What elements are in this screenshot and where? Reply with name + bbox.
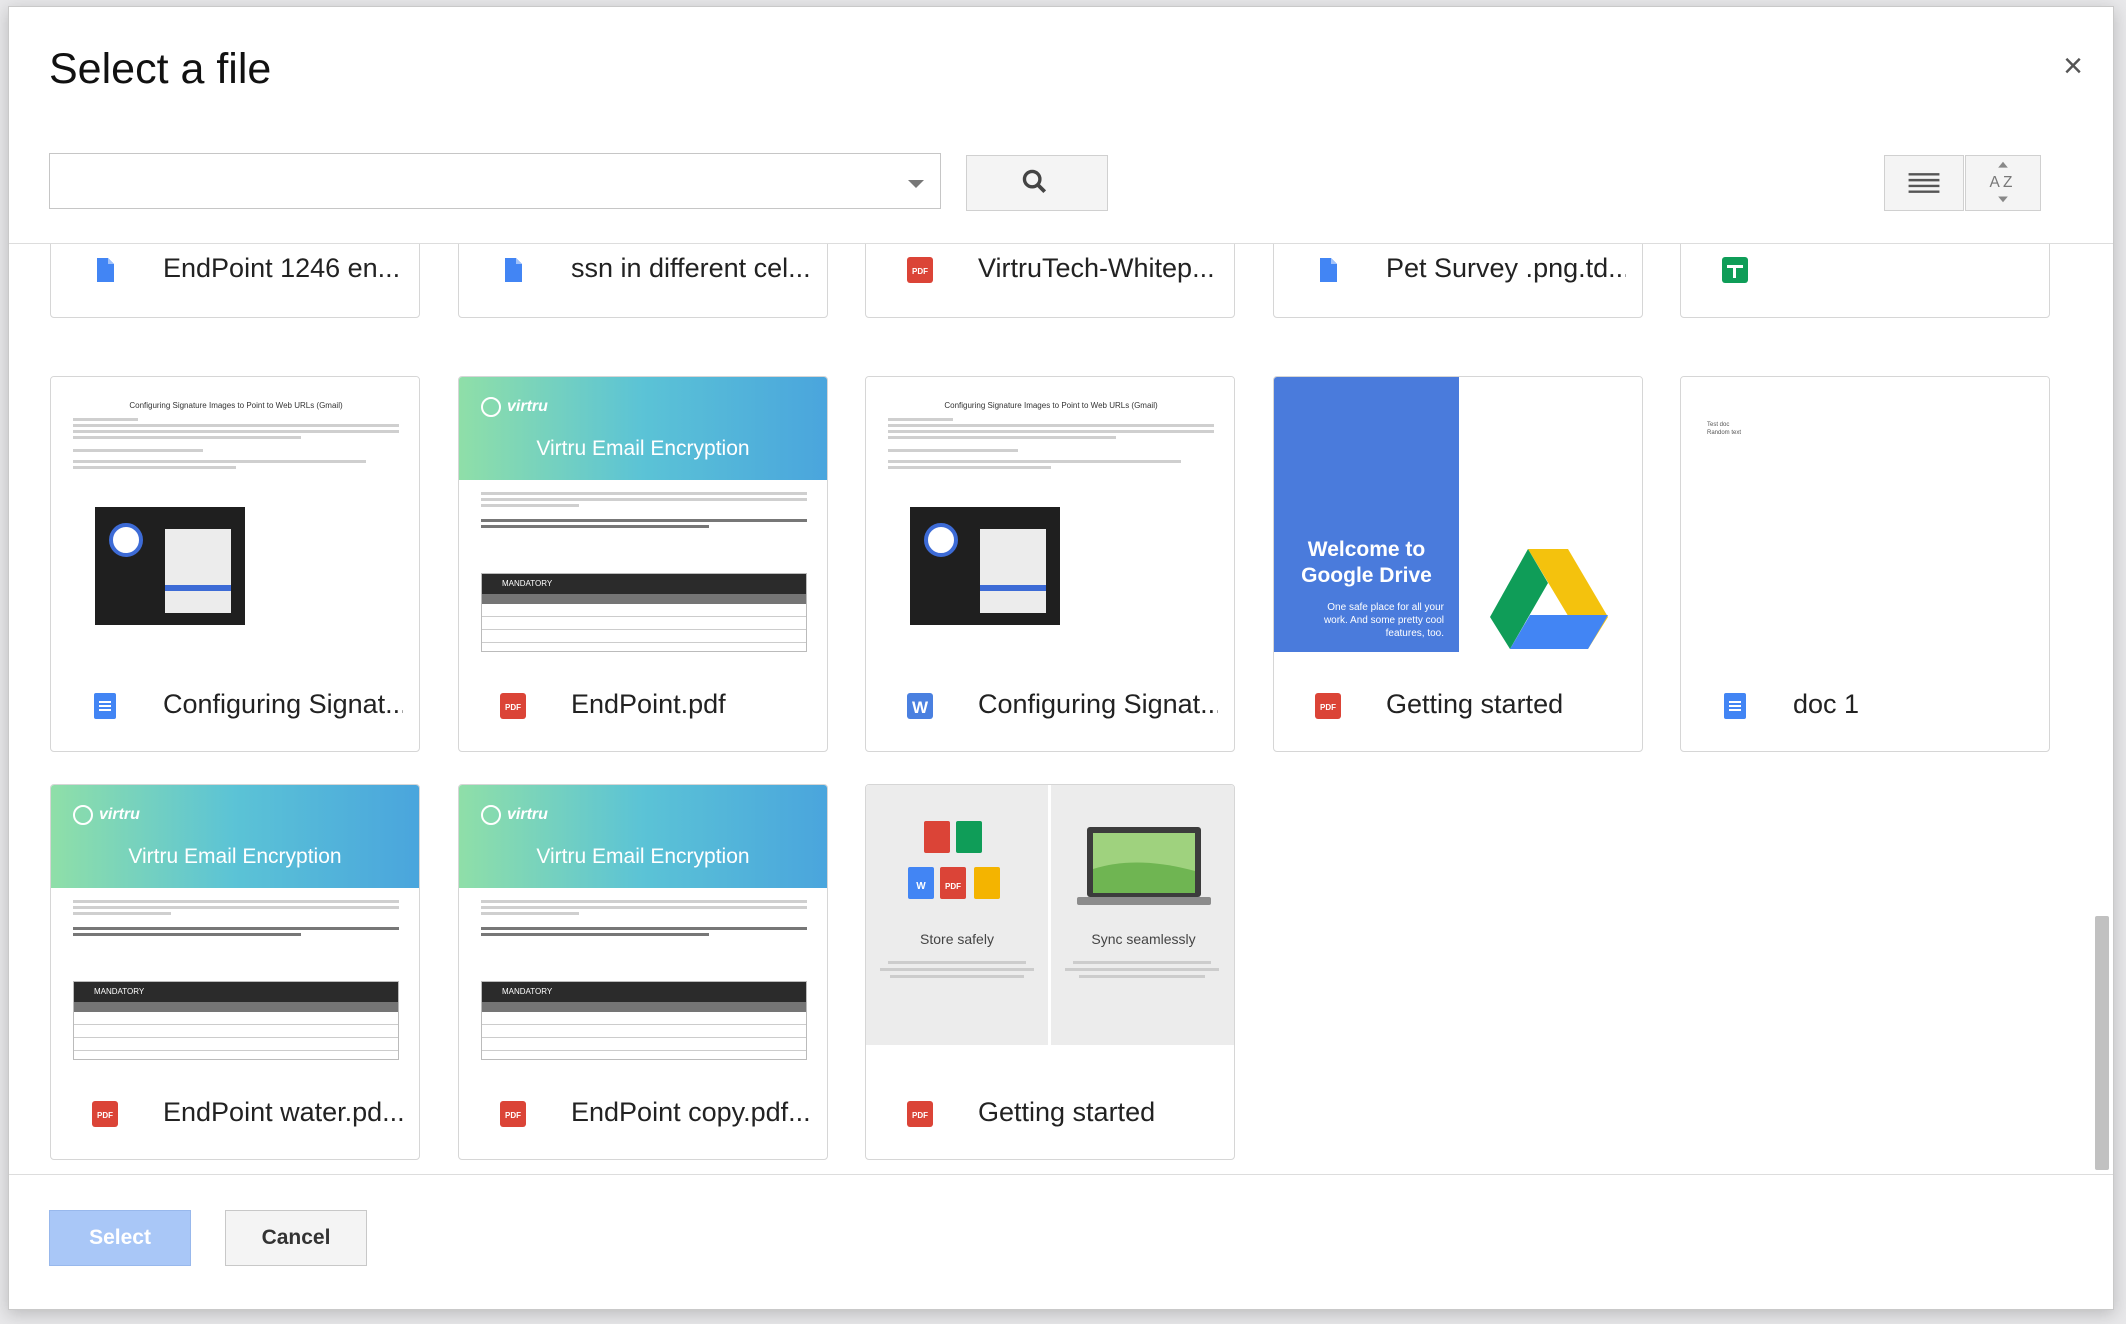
sheet-file-icon: [1722, 257, 1748, 283]
file-picker-dialog: Select a file × AZ EndPoint 1246 en... s…: [8, 6, 2114, 1310]
file-card[interactable]: PDF VirtruTech-Whitep...: [865, 244, 1235, 318]
file-thumbnail: virtru Virtru Email Encryption MANDATORY: [459, 377, 827, 652]
laptop-icon: [1077, 827, 1211, 905]
dialog-title: Select a file: [49, 45, 272, 93]
sort-az-icon: AZ: [1990, 161, 2012, 203]
file-name: ssn in different cel...: [571, 253, 811, 283]
chevron-down-icon[interactable]: [908, 180, 924, 188]
thumb-table-header: MANDATORY: [482, 574, 806, 594]
file-name: EndPoint water.pd...: [163, 1097, 403, 1127]
file-name: Configuring Signat...: [163, 689, 403, 719]
file-card[interactable]: virtru Virtru Email Encryption MANDATORY …: [50, 784, 420, 1160]
thumb-table-header: MANDATORY: [74, 982, 398, 1002]
svg-text:W: W: [912, 698, 929, 717]
file-thumbnail: W PDF Store safely Sync seamlessly: [866, 785, 1234, 1060]
svg-text:A: A: [1990, 174, 2001, 191]
select-button[interactable]: Select: [49, 1210, 191, 1266]
thumb-title: Virtru Email Encryption: [536, 845, 750, 868]
file-name: Getting started: [978, 1097, 1156, 1127]
file-card[interactable]: ssn in different cel...: [458, 244, 828, 318]
svg-text:PDF: PDF: [945, 882, 961, 891]
virtru-logo: virtru: [99, 806, 140, 824]
file-name: VirtruTech-Whitep...: [978, 253, 1215, 283]
svg-text:W: W: [916, 881, 926, 892]
google-doc-icon: [1724, 693, 1746, 719]
svg-text:PDF: PDF: [912, 1111, 928, 1120]
file-thumbnail: Configuring Signature Images to Point to…: [866, 377, 1234, 652]
scrollbar[interactable]: [2095, 916, 2109, 1170]
welcome-subtitle: One safe place for all your work. And so…: [1323, 602, 1444, 639]
store-safely-caption: Store safely: [920, 931, 994, 947]
file-thumbnail: Welcome to Google Drive One safe place f…: [1274, 377, 1642, 652]
file-card[interactable]: Configuring Signature Images to Point to…: [50, 376, 420, 752]
file-name: EndPoint.pdf: [571, 689, 726, 719]
file-card[interactable]: virtru Virtru Email Encryption MANDATORY …: [458, 376, 828, 752]
file-card[interactable]: W PDF Store safely Sync seamlessly PDF G…: [865, 784, 1235, 1160]
search-input[interactable]: [49, 153, 941, 209]
doc-file-icon: [97, 258, 114, 282]
file-thumbnail: Configuring Signature Images to Point to…: [51, 377, 419, 652]
pdf-file-icon: PDF: [907, 257, 933, 283]
thumb-doc-title: Configuring Signature Images to Point to…: [129, 401, 343, 410]
doc-file-icon: [1320, 258, 1337, 282]
list-view-icon: [1908, 173, 1940, 193]
cancel-button[interactable]: Cancel: [225, 1210, 367, 1266]
file-grid: EndPoint 1246 en... ssn in different cel…: [9, 243, 2113, 1175]
virtru-logo: virtru: [507, 398, 548, 416]
file-name: Getting started: [1386, 689, 1564, 719]
thumb-title: Virtru Email Encryption: [128, 845, 342, 868]
search-icon: [1022, 169, 1047, 194]
file-card[interactable]: Test doc Random text doc 1: [1680, 376, 2050, 752]
google-drive-logo-icon: [1490, 549, 1608, 649]
word-file-icon: W: [907, 693, 933, 719]
file-name: EndPoint copy.pdf...: [571, 1097, 811, 1127]
file-thumbnail: virtru Virtru Email Encryption MANDATORY: [459, 785, 827, 1060]
virtru-logo: virtru: [507, 806, 548, 824]
file-name: Configuring Signat...: [978, 689, 1218, 719]
svg-text:PDF: PDF: [912, 267, 928, 276]
pdf-file-icon: PDF: [907, 1101, 933, 1127]
file-name: EndPoint 1246 en...: [163, 253, 401, 283]
sync-seamlessly-caption: Sync seamlessly: [1091, 931, 1196, 947]
thumb-doc-title: Configuring Signature Images to Point to…: [944, 401, 1158, 410]
close-icon[interactable]: ×: [2063, 49, 2083, 83]
pdf-file-icon: PDF: [92, 1101, 118, 1127]
file-card[interactable]: EndPoint 1246 en...: [50, 244, 420, 318]
doc-file-icon: [505, 258, 522, 282]
list-view-button[interactable]: [1884, 155, 1964, 211]
file-card[interactable]: Welcome to Google Drive One safe place f…: [1273, 376, 1643, 752]
file-card[interactable]: [1680, 244, 2050, 318]
thumb-table-header: MANDATORY: [482, 982, 806, 1002]
file-thumbnail: virtru Virtru Email Encryption MANDATORY: [51, 785, 419, 1060]
thumb-title: Virtru Email Encryption: [536, 437, 750, 460]
pdf-file-icon: PDF: [500, 693, 526, 719]
svg-text:PDF: PDF: [97, 1111, 113, 1120]
file-card[interactable]: Pet Survey .png.td...: [1273, 244, 1643, 318]
svg-text:PDF: PDF: [505, 703, 521, 712]
google-doc-icon: [94, 693, 116, 719]
thumb-doc-text: Test doc Random text: [1707, 422, 1742, 436]
svg-text:PDF: PDF: [505, 1111, 521, 1120]
search-button[interactable]: [966, 155, 1108, 211]
file-name: Pet Survey .png.td...: [1386, 253, 1626, 283]
file-name: doc 1: [1793, 689, 1860, 719]
file-types-icon: W PDF: [908, 821, 1000, 899]
file-card[interactable]: Configuring Signature Images to Point to…: [865, 376, 1235, 752]
file-card[interactable]: virtru Virtru Email Encryption MANDATORY …: [458, 784, 828, 1160]
svg-text:PDF: PDF: [1320, 703, 1336, 712]
svg-text:Z: Z: [2003, 174, 2012, 191]
sort-button[interactable]: AZ: [1965, 155, 2041, 211]
pdf-file-icon: PDF: [500, 1101, 526, 1127]
pdf-file-icon: PDF: [1315, 693, 1341, 719]
file-thumbnail: Test doc Random text: [1681, 377, 2049, 652]
welcome-heading: Welcome to Google Drive: [1301, 538, 1432, 587]
